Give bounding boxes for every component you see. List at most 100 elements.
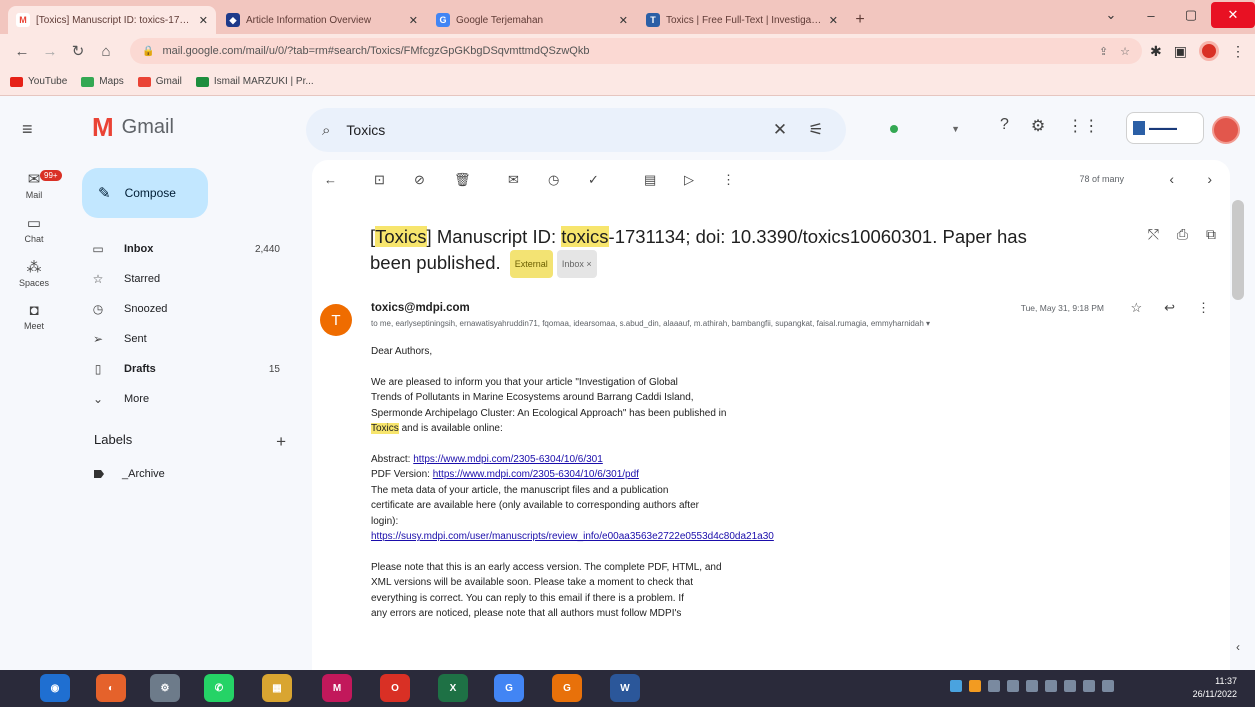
sidebar-item-inbox[interactable]: ▭ Inbox 2,440 [72, 234, 292, 264]
sender-address[interactable]: toxics@mdpi.com [371, 302, 470, 314]
sidebar-item-sent[interactable]: ➢ Sent [72, 324, 292, 354]
star-icon[interactable]: ☆ [1130, 300, 1142, 316]
extensions-icon[interactable]: ✱ [1150, 43, 1162, 60]
print-icon[interactable]: ⎙ [1177, 226, 1188, 243]
new-tab-button[interactable]: + [848, 8, 872, 32]
browser-tab-gmail[interactable]: M [Toxics] Manuscript ID: toxics-17… ✕ [8, 6, 216, 34]
tray-sync-icon[interactable] [1064, 680, 1076, 692]
tray-notification-icon[interactable] [1102, 680, 1114, 692]
opera-taskbar-icon[interactable]: O [380, 674, 410, 702]
message-more-icon[interactable]: ⋮ [1197, 300, 1210, 316]
collapse-all-icon[interactable]: ⤲ [1148, 226, 1159, 243]
back-arrow-icon[interactable]: ← [10, 43, 34, 60]
sidebar-item-snoozed[interactable]: ◷ Snoozed [72, 294, 292, 324]
archive-icon[interactable]: ⊡ [374, 172, 385, 188]
bookmark-marzuki[interactable]: Ismail MARZUKI | Pr... [195, 76, 314, 87]
tray-keyboard-icon[interactable] [1045, 680, 1057, 692]
sender-avatar[interactable]: T [320, 304, 352, 336]
tab-search-icon[interactable]: ⌄ [1091, 7, 1131, 23]
susy-link[interactable]: https://susy.mdpi.com/user/manuscripts/r… [371, 529, 821, 545]
tray-volume-icon[interactable] [1007, 680, 1019, 692]
help-icon[interactable]: ? [1000, 116, 1009, 136]
excel-taskbar-icon[interactable]: X [438, 674, 468, 702]
close-tab-icon[interactable]: ✕ [619, 14, 628, 27]
sidebar-item-drafts[interactable]: ▯ Drafts 15 [72, 354, 292, 384]
pdf-link[interactable]: https://www.mdpi.com/2305-6304/10/6/301/… [433, 469, 639, 480]
tray-warning-icon[interactable] [969, 680, 981, 692]
scrollbar-thumb[interactable] [1232, 200, 1244, 300]
close-tab-icon[interactable]: ✕ [199, 14, 208, 27]
inbox-tag[interactable]: Inbox × [556, 250, 597, 279]
close-tab-icon[interactable]: ✕ [829, 14, 838, 27]
whatsapp-taskbar-icon[interactable]: ✆ [204, 674, 234, 702]
sidebar-item-more[interactable]: ⌄ More [72, 384, 292, 414]
search-options-icon[interactable]: ⚟ [802, 120, 830, 140]
organization-logo[interactable]: ▬▬▬▬ [1126, 112, 1204, 144]
lock-icon[interactable]: 🔒 [142, 46, 154, 57]
newer-chevron-icon[interactable]: ‹ [1169, 171, 1174, 187]
move-to-icon[interactable]: ▤ [644, 172, 656, 188]
browser-tab-translate[interactable]: G Google Terjemahan ✕ [428, 6, 636, 34]
gmail-logo[interactable]: M Gmail [92, 114, 174, 140]
mark-unread-icon[interactable]: ✉ [508, 172, 519, 188]
rail-item-meet[interactable]: ◘ Meet [0, 302, 68, 331]
delete-icon[interactable]: 🗑 [454, 172, 471, 188]
bookmark-star-icon[interactable]: ☆ [1120, 45, 1130, 58]
status-selector[interactable]: ▼ [876, 114, 974, 144]
word-taskbar-icon[interactable]: W [610, 674, 640, 702]
report-spam-icon[interactable]: ⊘ [414, 172, 425, 188]
chrome-taskbar-icon[interactable]: ◉ [40, 674, 70, 702]
firefox-taskbar-icon[interactable]: ◐ [96, 674, 126, 702]
taskbar-clock[interactable]: 11:37 26/11/2022 [1193, 675, 1237, 701]
share-icon[interactable]: ⇪ [1099, 45, 1108, 58]
add-label-icon[interactable]: + [276, 432, 286, 452]
explorer-taskbar-icon[interactable]: ▦ [262, 674, 292, 702]
rail-item-chat[interactable]: ▭ Chat [0, 214, 68, 244]
sidebar-item-starred[interactable]: ☆ Starred [72, 264, 292, 294]
abstract-link[interactable]: https://www.mdpi.com/2305-6304/10/6/301 [413, 454, 603, 465]
side-panel-expand-icon[interactable]: ‹ [1236, 640, 1240, 654]
label-icon[interactable]: ▷ [684, 172, 694, 188]
file-manager-taskbar-icon[interactable]: ⚙ [150, 674, 180, 702]
browser-tab-toxics[interactable]: T Toxics | Free Full-Text | Investiga… ✕ [638, 6, 846, 34]
label-item-archive[interactable]: _Archive [94, 468, 165, 480]
url-bar[interactable]: 🔒 mail.google.com/mail/u/0/?tab=rm#searc… [130, 38, 1143, 64]
apps-grid-icon[interactable]: ⋮⋮ [1067, 116, 1099, 136]
bookmark-maps[interactable]: Maps [81, 76, 124, 87]
snooze-icon[interactable]: ◷ [548, 172, 559, 188]
add-task-icon[interactable]: ✓ [588, 172, 599, 188]
home-icon[interactable]: ⌂ [94, 43, 118, 60]
compose-button[interactable]: ✎ Compose [82, 168, 208, 218]
mendeley-taskbar-icon[interactable]: M [322, 674, 352, 702]
profile-icon[interactable] [1199, 41, 1219, 61]
close-tab-icon[interactable]: ✕ [409, 14, 418, 27]
settings-gear-icon[interactable]: ⚙ [1031, 116, 1045, 136]
open-new-window-icon[interactable]: ⧉ [1206, 226, 1216, 243]
clear-search-icon[interactable]: ✕ [766, 120, 794, 140]
rail-item-mail[interactable]: ✉ 99+ Mail [0, 170, 68, 200]
search-icon[interactable]: ⌕ [322, 122, 330, 139]
tray-cloud-icon[interactable] [950, 680, 962, 692]
tray-network-icon[interactable] [988, 680, 1000, 692]
tray-battery-icon[interactable] [1026, 680, 1038, 692]
forward-arrow-icon[interactable]: → [38, 43, 62, 60]
close-window-icon[interactable]: ✕ [1211, 2, 1255, 28]
browser-menu-icon[interactable]: ⋮ [1231, 43, 1245, 60]
reply-icon[interactable]: ↩ [1164, 300, 1175, 316]
maximize-icon[interactable]: ▢ [1171, 7, 1211, 23]
back-to-list-icon[interactable]: ← [324, 172, 337, 187]
minimize-icon[interactable]: – [1131, 8, 1171, 23]
browser-tab-article-info[interactable]: ◆ Article Information Overview ✕ [218, 6, 426, 34]
main-menu-icon[interactable]: ≡ [22, 119, 33, 140]
account-avatar[interactable] [1212, 116, 1240, 144]
reload-icon[interactable]: ↻ [66, 42, 90, 60]
rail-item-spaces[interactable]: ⁂ Spaces [0, 258, 68, 288]
side-panel-icon[interactable]: ▣ [1174, 43, 1187, 60]
more-options-icon[interactable]: ⋮ [722, 172, 735, 188]
search-input[interactable] [346, 122, 758, 138]
bookmark-gmail[interactable]: Gmail [137, 76, 182, 87]
chrome-profile2-taskbar-icon[interactable]: G [552, 674, 582, 702]
chrome-profile-taskbar-icon[interactable]: G [494, 674, 524, 702]
bookmark-youtube[interactable]: YouTube [10, 76, 67, 87]
tray-language-icon[interactable] [1083, 680, 1095, 692]
